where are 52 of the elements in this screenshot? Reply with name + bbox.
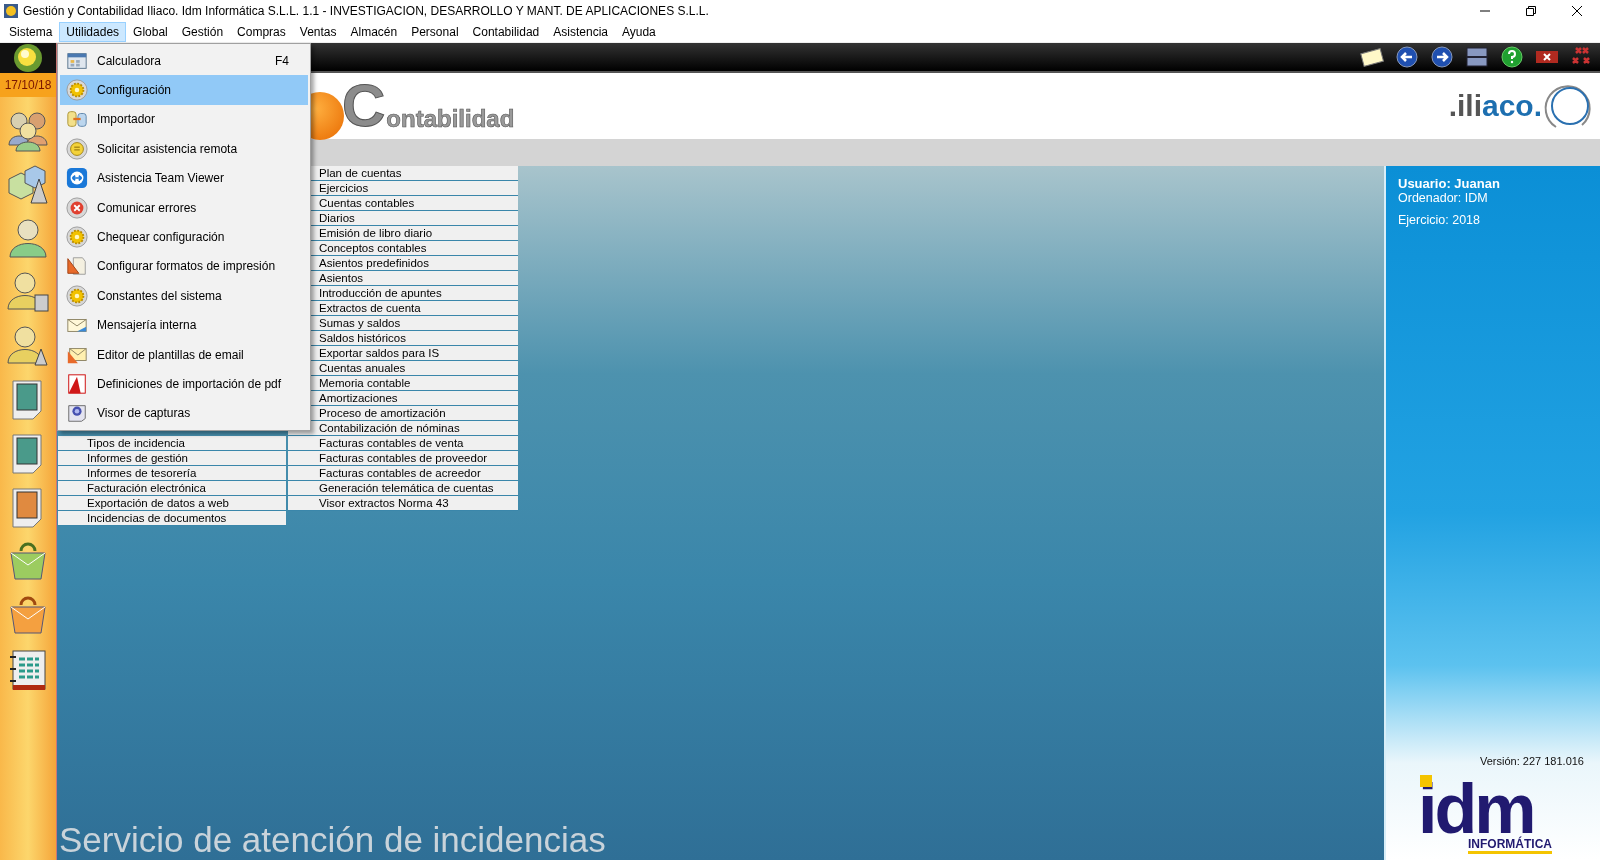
menu-item[interactable]: Gestión — [174, 22, 231, 42]
menu-item[interactable]: Configuración — [60, 75, 308, 105]
list-item[interactable]: Informes de tesorería — [58, 466, 286, 481]
menu-item[interactable]: Ayuda — [615, 22, 663, 42]
pdf-icon — [66, 373, 88, 395]
menu-item[interactable]: Global — [126, 22, 175, 42]
menu-item[interactable]: Compras — [230, 22, 293, 42]
gear-icon — [66, 79, 88, 102]
ruler-document-icon — [66, 255, 88, 278]
app-icon — [3, 3, 19, 19]
date-label: 17/10/18 — [0, 73, 56, 97]
gear-icon — [66, 284, 88, 307]
restore-icon[interactable] — [1526, 6, 1536, 16]
menu-item[interactable]: Calculadora F4 — [60, 46, 308, 76]
close-icon[interactable] — [1572, 6, 1582, 16]
user-label: Usuario: Juanan — [1398, 176, 1501, 191]
list-item[interactable]: Informes de gestión — [58, 451, 286, 466]
list-item[interactable]: Facturas contables de acreedor — [288, 466, 518, 481]
list-item[interactable]: Tipos de incidencia — [58, 436, 286, 451]
list-item[interactable]: Incidencias de documentos — [58, 511, 286, 526]
fiscal-year-label: Ejercicio: 2018 — [1398, 213, 1481, 227]
menu-item[interactable]: Utilidades — [59, 22, 127, 42]
error-icon — [66, 196, 88, 219]
brand-logo: .iliaco. — [1448, 81, 1592, 131]
version-label: Versión: 227 181.016 — [1480, 755, 1584, 767]
list-item[interactable]: Facturas contables de proveedor — [288, 451, 518, 466]
menu-item[interactable]: Asistencia — [546, 22, 615, 42]
forward-icon[interactable] — [1430, 45, 1454, 69]
person-badge-icon[interactable] — [5, 323, 51, 369]
back-icon[interactable] — [1395, 45, 1419, 69]
menu-item[interactable]: Solicitar asistencia remota — [60, 134, 308, 164]
computer-label: Ordenador: IDM — [1398, 191, 1489, 205]
list-item[interactable]: Generación telemática de cuentas — [288, 481, 518, 496]
banner-text: Servicio de atención de incidencias — [58, 820, 607, 860]
menu-item[interactable]: Almacén — [343, 22, 405, 42]
window-title: Gestión y Contabilidad Iliaco. Idm Informática S.L.L. 1.1 - INVESTIGACION, DESARROLLO Y MANT. DE APLICACIONES S.L.L. — [23, 4, 710, 18]
menu-item[interactable]: Importador — [60, 104, 308, 135]
menu-item[interactable]: Contabilidad — [465, 22, 547, 42]
list-item[interactable]: Contabilización de nóminas — [288, 421, 518, 436]
menu-item[interactable]: Personal — [404, 22, 466, 42]
list-item[interactable]: Facturas contables de venta — [288, 436, 518, 451]
help-icon[interactable] — [1500, 45, 1524, 69]
person-badge-icon[interactable] — [5, 269, 51, 315]
menu-item[interactable]: Ventas — [292, 22, 344, 42]
gear-icon — [66, 226, 88, 249]
capture-viewer-icon — [66, 402, 88, 425]
list-item[interactable]: Facturación electrónica — [58, 481, 286, 496]
arrows-icon — [66, 167, 88, 190]
list-item[interactable]: Visor extractos Norma 43 — [288, 496, 518, 511]
window-icon[interactable] — [1465, 45, 1489, 69]
menu-item[interactable]: Sistema — [2, 22, 60, 42]
list-item[interactable]: Exportación de datos a web — [58, 496, 286, 511]
